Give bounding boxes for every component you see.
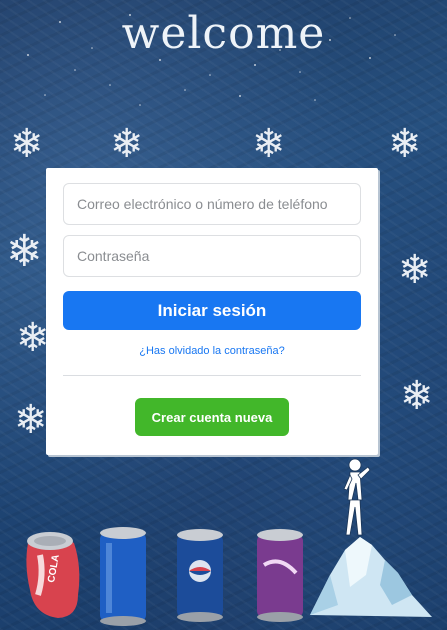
snowflake-icon: ❄ — [388, 121, 422, 167]
page-title: welcome — [121, 8, 326, 59]
blue-pepsi-can — [177, 529, 223, 622]
create-account-button[interactable]: Crear cuenta nueva — [135, 398, 289, 436]
red-cola-can: COLA — [26, 532, 80, 618]
login-card: Iniciar sesión ¿Has olvidado la contrase… — [46, 168, 378, 455]
purple-can — [257, 529, 303, 622]
snowflake-icon: ❄ — [400, 373, 434, 419]
blue-can — [100, 527, 146, 626]
password-field[interactable] — [63, 235, 361, 277]
snowflake-icon: ❄ — [110, 121, 144, 167]
forgot-password-link[interactable]: ¿Has olvidado la contraseña? — [46, 345, 378, 357]
person-drinking-figure — [343, 458, 371, 536]
snowflake-icon: ❄ — [16, 315, 50, 361]
divider — [63, 375, 361, 376]
snowflake-icon: ❄ — [6, 226, 43, 277]
snowflake-icon: ❄ — [252, 121, 286, 167]
email-field[interactable] — [63, 183, 361, 225]
snowflake-icon: ❄ — [10, 121, 44, 167]
login-button[interactable]: Iniciar sesión — [63, 291, 361, 330]
snowflake-icon: ❄ — [14, 397, 48, 443]
snowflake-icon: ❄ — [398, 247, 432, 293]
iceberg — [310, 537, 432, 617]
cans-and-iceberg-illustration: COLA — [26, 458, 432, 626]
